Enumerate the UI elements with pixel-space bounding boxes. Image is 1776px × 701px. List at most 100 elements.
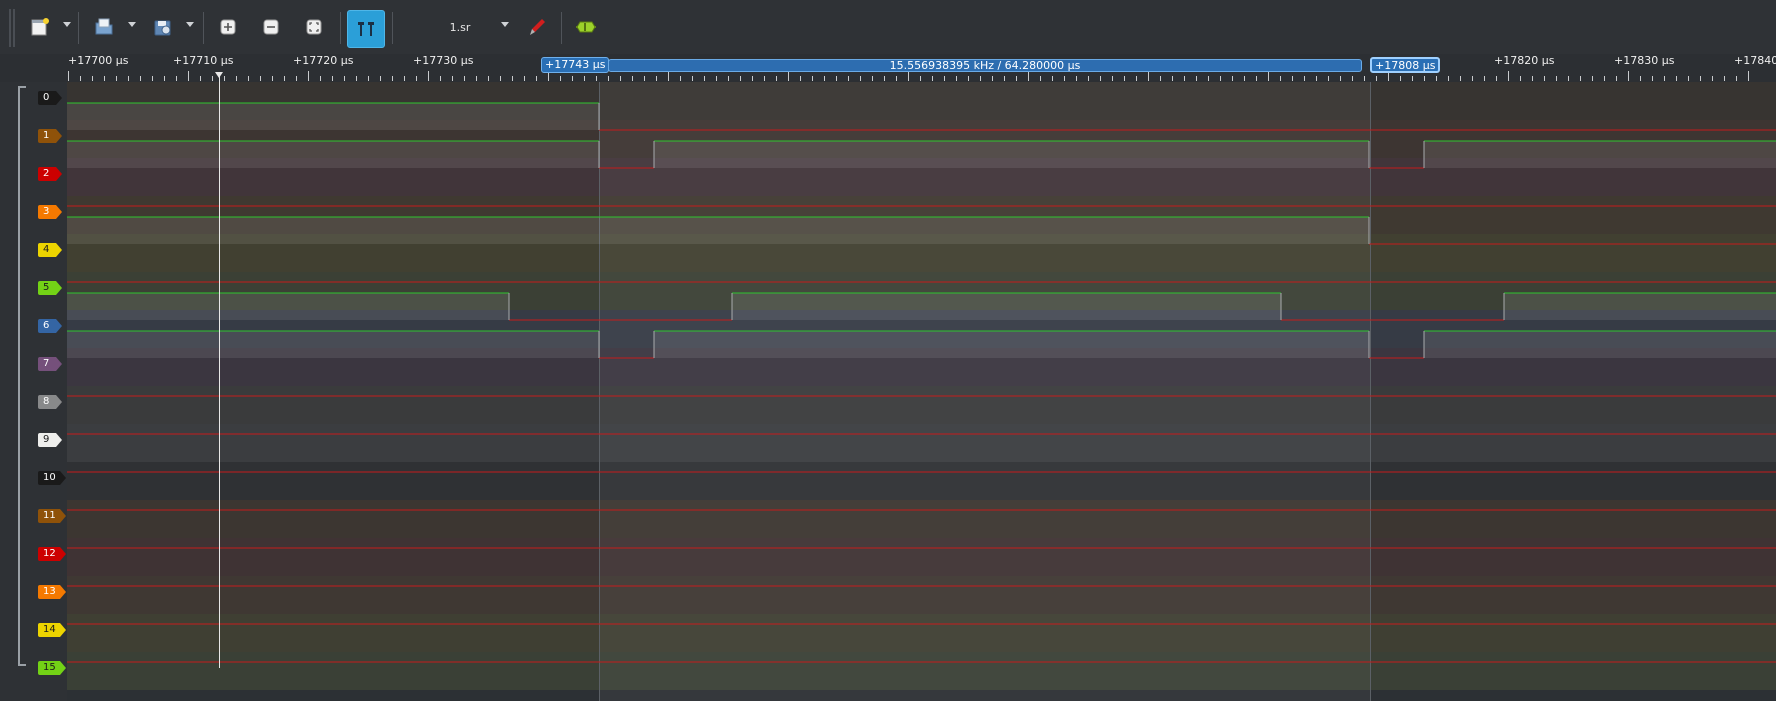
ruler-tick [1004, 76, 1005, 81]
ruler-tick [1052, 76, 1053, 81]
channel-label[interactable]: 8 [38, 395, 62, 409]
ruler-tick [80, 76, 81, 81]
ruler-tick [356, 76, 357, 81]
channel-group-bracket[interactable] [18, 86, 26, 666]
logic-traces [67, 102, 1776, 663]
high-level-fill [1424, 141, 1776, 168]
channel-label[interactable]: 6 [38, 319, 62, 333]
channel-label[interactable]: 9 [38, 433, 62, 447]
channel-label[interactable]: 4 [38, 243, 62, 257]
channel-label[interactable]: 5 [38, 281, 62, 295]
channel-label[interactable]: 1 [38, 129, 62, 143]
channel-label[interactable]: 2 [38, 167, 62, 181]
ruler-tick-label: +17700 µs [68, 54, 129, 67]
show-cursors-button[interactable] [347, 10, 385, 48]
ruler-tick [1232, 76, 1233, 81]
new-session-dropdown[interactable] [63, 22, 71, 27]
channel-label[interactable]: 12 [38, 547, 66, 561]
zoom-fit-button[interactable] [299, 12, 329, 42]
channel-label[interactable]: 13 [38, 585, 66, 599]
ruler-tick [836, 76, 837, 81]
ruler-tick [1712, 76, 1713, 81]
toolbar-separator [340, 12, 341, 44]
ruler-tick [1124, 76, 1125, 81]
session-selector-dropdown[interactable] [501, 22, 509, 27]
ruler-tick [1652, 76, 1653, 81]
ruler-tick [1616, 76, 1617, 81]
cursor-a-flag[interactable]: +17743 µs [541, 57, 610, 73]
ruler-tick [656, 76, 657, 81]
ruler-tick [1664, 76, 1665, 81]
ruler-tick-label: +17820 µs [1494, 54, 1555, 67]
high-level-fill [67, 103, 599, 130]
zoom-fit-icon [306, 19, 322, 35]
ruler-tick [212, 76, 213, 81]
toolbar-separator [392, 12, 393, 44]
open-file-icon [95, 18, 113, 35]
ruler-tick [248, 76, 249, 81]
ruler-tick [416, 76, 417, 81]
ruler-tick [176, 76, 177, 81]
ruler-tick [1592, 76, 1593, 81]
save-file-dropdown[interactable] [186, 22, 194, 27]
ruler-tick [1544, 76, 1545, 81]
ruler-tick [524, 76, 525, 81]
ruler-tick [236, 76, 237, 81]
time-ruler[interactable]: +17700 µs +17710 µs +17720 µs +17730 µs … [0, 54, 1776, 82]
ruler-tick [1688, 76, 1689, 81]
ruler-tick [1220, 76, 1221, 81]
ruler-tick [1244, 76, 1245, 81]
zoom-in-button[interactable] [213, 12, 243, 42]
ruler-tick [1328, 76, 1329, 81]
channel-label[interactable]: 0 [38, 91, 62, 105]
ruler-tick [1292, 76, 1293, 81]
ruler-tick [488, 76, 489, 81]
toolbar-grip[interactable] [13, 9, 15, 47]
ruler-tick [740, 76, 741, 81]
toolbar-grip[interactable] [9, 9, 11, 47]
ruler-tick [884, 76, 885, 81]
save-file-icon [154, 20, 171, 36]
probe-icon [530, 19, 545, 35]
open-file-button[interactable] [89, 12, 119, 42]
ruler-tick [992, 76, 993, 81]
ruler-tick [812, 76, 813, 81]
zoom-out-button[interactable] [256, 12, 286, 42]
toolbar-separator [203, 12, 204, 44]
ruler-tick [1736, 76, 1737, 81]
ruler-tick [728, 76, 729, 81]
run-stop-button[interactable] [522, 12, 552, 42]
cursor-measurement-bar[interactable]: 15.556938395 kHz / 64.280000 µs [608, 59, 1362, 72]
toolbar-separator [78, 12, 79, 44]
channel-label[interactable]: 10 [38, 471, 66, 485]
session-selector[interactable]: 1.sr [408, 14, 512, 40]
ruler-tick-label: +17840 [1734, 54, 1776, 67]
ruler-tick [1340, 76, 1341, 81]
ruler-tick [692, 76, 693, 81]
trace-view[interactable] [67, 82, 1776, 701]
ruler-tick [716, 76, 717, 81]
channel-label[interactable]: 7 [38, 357, 62, 371]
high-level-fill [1504, 293, 1776, 320]
ruler-tick [776, 76, 777, 81]
ruler-tick [152, 76, 153, 81]
save-file-button[interactable] [148, 12, 178, 42]
time-marker-line[interactable] [219, 72, 220, 668]
ruler-tick [632, 76, 633, 81]
ruler-tick [896, 76, 897, 81]
ruler-tick [1256, 76, 1257, 81]
ruler-tick [368, 76, 369, 81]
ruler-tick [1280, 76, 1281, 81]
cursor-b-flag[interactable]: +17808 µs [1370, 57, 1441, 73]
ruler-tick [1316, 76, 1317, 81]
ruler-tick [572, 76, 573, 81]
channel-label[interactable]: 11 [38, 509, 66, 523]
channel-label[interactable]: 3 [38, 205, 62, 219]
add-decoder-button[interactable] [571, 12, 601, 42]
channel-label[interactable]: 15 [38, 661, 66, 675]
channel-label[interactable]: 14 [38, 623, 66, 637]
high-level-fill [654, 141, 1369, 168]
ruler-tick [1484, 76, 1485, 81]
new-session-button[interactable] [25, 12, 55, 42]
open-file-dropdown[interactable] [128, 22, 136, 27]
